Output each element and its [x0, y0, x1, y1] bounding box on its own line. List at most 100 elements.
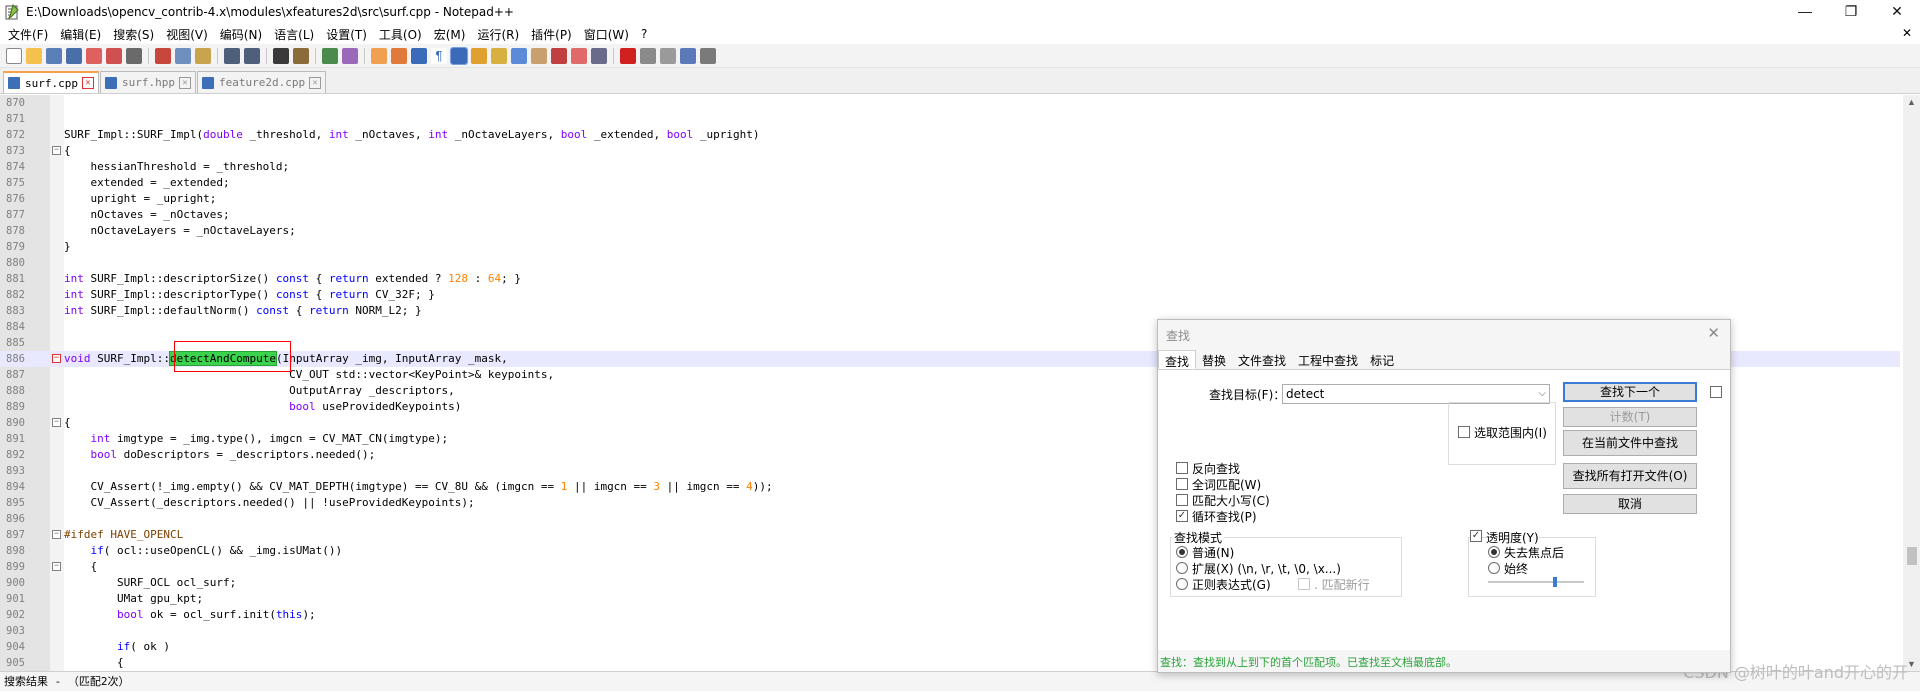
count-button[interactable]: 计数(T) — [1563, 407, 1697, 427]
find-in-all-open-button[interactable]: 查找所有打开文件(O) — [1563, 463, 1697, 489]
tab-mark[interactable]: 标记 — [1364, 350, 1400, 369]
folder-workspace-icon[interactable] — [531, 47, 547, 64]
doc-map-icon[interactable] — [491, 47, 507, 64]
menu-window[interactable]: 窗口(W) — [578, 26, 635, 43]
tab-feature2d-cpp[interactable]: feature2d.cpp ✕ — [196, 71, 327, 93]
mode-regex-radio[interactable] — [1176, 578, 1188, 590]
fold-toggle-icon[interactable]: − — [52, 530, 61, 539]
preview-icon[interactable] — [591, 47, 607, 64]
maximize-button[interactable]: ❐ — [1828, 0, 1874, 22]
menu-macro[interactable]: 宏(M) — [428, 26, 472, 43]
menu-settings[interactable]: 设置(T) — [320, 26, 373, 43]
whole-word-checkbox[interactable] — [1176, 478, 1188, 490]
play-macro-icon[interactable] — [660, 47, 676, 64]
close-tab-icon[interactable]: ✕ — [178, 76, 191, 89]
indent-guide-icon[interactable] — [450, 46, 468, 65]
menu-help[interactable]: ? — [635, 27, 653, 41]
menu-file[interactable]: 文件(F) — [2, 26, 54, 43]
chevron-down-icon[interactable]: ⌵ — [1538, 385, 1546, 403]
find-icon[interactable] — [273, 47, 289, 64]
show-all-chars-icon[interactable]: ¶ — [431, 47, 447, 64]
find-in-current-button[interactable]: 在当前文件中查找 — [1563, 430, 1697, 456]
new-file-icon[interactable] — [6, 47, 22, 64]
paste-icon[interactable] — [195, 47, 211, 64]
redo-icon[interactable] — [244, 47, 260, 64]
tab-surf-cpp[interactable]: surf.cpp ✕ — [3, 71, 99, 93]
code-line[interactable]: 871 — [0, 111, 1900, 127]
code-line[interactable]: 883 int SURF_Impl::defaultNorm() const { … — [0, 303, 1900, 319]
code-line[interactable]: 877 nOctaves = _nOctaves; — [0, 207, 1900, 223]
fold-toggle-icon[interactable]: − — [52, 418, 61, 427]
scrollbar-thumb[interactable] — [1907, 547, 1917, 565]
code-line[interactable]: 880 — [0, 255, 1900, 271]
record-macro-icon[interactable] — [620, 47, 636, 64]
close-window-button[interactable]: ✕ — [1874, 0, 1920, 22]
backward-checkbox[interactable] — [1176, 462, 1188, 474]
on-lose-focus-radio[interactable] — [1488, 546, 1500, 558]
save-macro-icon[interactable] — [700, 47, 716, 64]
function-list-icon[interactable] — [511, 47, 527, 64]
code-line[interactable]: 879} — [0, 239, 1900, 255]
fold-toggle-icon[interactable]: − — [52, 354, 61, 363]
transparency-slider-thumb[interactable] — [1553, 577, 1557, 587]
mode-normal-radio[interactable] — [1176, 546, 1188, 558]
menu-search[interactable]: 搜索(S) — [107, 26, 160, 43]
code-line[interactable]: 878 nOctaveLayers = _nOctaveLayers; — [0, 223, 1900, 239]
code-line[interactable]: 872 SURF_Impl::SURF_Impl(double _threshol… — [0, 127, 1900, 143]
close-document-icon[interactable]: ✕ — [1902, 26, 1912, 40]
code-line[interactable]: 881 int SURF_Impl::descriptorSize() const… — [0, 271, 1900, 287]
cut-icon[interactable] — [155, 47, 171, 64]
user-language-icon[interactable] — [471, 47, 487, 64]
undo-icon[interactable] — [224, 47, 240, 64]
menu-view[interactable]: 视图(V) — [160, 26, 214, 43]
save-all-icon[interactable] — [66, 47, 82, 64]
tab-find-in-project[interactable]: 工程中查找 — [1292, 350, 1364, 369]
copy-icon[interactable] — [175, 47, 191, 64]
code-line[interactable]: 875 extended = _extended; — [0, 175, 1900, 191]
find-target-combobox[interactable]: detect ⌵ — [1282, 384, 1550, 404]
match-case-checkbox[interactable] — [1176, 494, 1188, 506]
cancel-button[interactable]: 取消 — [1563, 494, 1697, 514]
tab-replace[interactable]: 替换 — [1196, 350, 1232, 369]
mode-extended-radio[interactable] — [1176, 562, 1188, 574]
print-icon[interactable] — [126, 47, 142, 64]
menu-tools[interactable]: 工具(O) — [373, 26, 428, 43]
code-line[interactable]: 870 — [0, 95, 1900, 111]
find-next-button[interactable]: 查找下一个 — [1563, 382, 1697, 402]
zoom-in-icon[interactable] — [322, 47, 338, 64]
in-selection-checkbox[interactable] — [1458, 426, 1470, 438]
run-macro-multiple-icon[interactable] — [680, 47, 696, 64]
close-tab-icon[interactable]: ✕ — [81, 77, 94, 89]
clear-icon[interactable] — [571, 47, 587, 64]
code-line[interactable]: 873 −{ — [0, 143, 1900, 159]
transparency-checkbox[interactable]: ✓ — [1470, 530, 1482, 542]
code-line[interactable]: 874 hessianThreshold = _threshold; — [0, 159, 1900, 175]
code-line[interactable]: 882 int SURF_Impl::descriptorType() const… — [0, 287, 1900, 303]
menu-run[interactable]: 运行(R) — [471, 26, 525, 43]
always-radio[interactable] — [1488, 562, 1500, 574]
zoom-out-icon[interactable] — [342, 47, 358, 64]
sync-horizontal-icon[interactable] — [391, 47, 407, 64]
fold-toggle-icon[interactable]: − — [52, 146, 61, 155]
tab-find-in-files[interactable]: 文件查找 — [1232, 350, 1292, 369]
transparency-slider-track[interactable] — [1488, 581, 1584, 583]
vertical-scrollbar[interactable]: ▲ ▼ — [1903, 95, 1920, 671]
replace-icon[interactable] — [293, 47, 309, 64]
sync-vertical-icon[interactable] — [371, 47, 387, 64]
close-tab-icon[interactable]: ✕ — [309, 76, 322, 89]
fold-toggle-icon[interactable]: − — [52, 562, 61, 571]
tab-surf-hpp[interactable]: surf.hpp ✕ — [99, 71, 196, 93]
dot-newline-checkbox[interactable] — [1298, 578, 1310, 590]
tab-find[interactable]: 查找 — [1158, 350, 1197, 369]
open-file-icon[interactable] — [26, 47, 42, 64]
minimize-button[interactable]: — — [1782, 0, 1828, 22]
scroll-down-icon[interactable]: ▼ — [1907, 659, 1916, 669]
close-file-icon[interactable] — [86, 47, 102, 64]
close-dialog-icon[interactable]: ✕ — [1707, 324, 1720, 342]
menu-encoding[interactable]: 编码(N) — [214, 26, 268, 43]
menu-plugins[interactable]: 插件(P) — [525, 26, 578, 43]
code-line[interactable]: 876 upright = _upright; — [0, 191, 1900, 207]
scroll-up-icon[interactable]: ▲ — [1907, 97, 1916, 107]
save-icon[interactable] — [46, 47, 62, 64]
wrap-around-checkbox[interactable]: ✓ — [1176, 510, 1188, 522]
